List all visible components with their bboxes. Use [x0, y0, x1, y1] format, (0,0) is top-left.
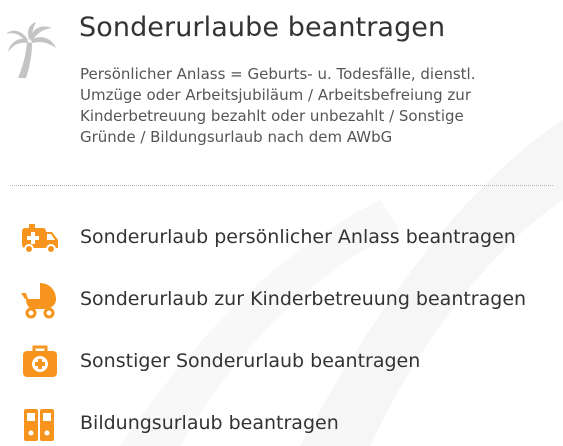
- menu-item-label: Sonderurlaub zur Kinderbetreuung beantra…: [80, 288, 527, 310]
- page-description: Persönlicher Anlass = Geburts- u. Todesf…: [80, 64, 550, 148]
- palm-tree-icon: [6, 22, 56, 78]
- binders-icon: [24, 409, 54, 441]
- menu-item-label: Sonstiger Sonderurlaub beantragen: [80, 350, 421, 372]
- description-line: Persönlicher Anlass = Geburts- u. Todesf…: [80, 65, 476, 83]
- menu-item-label: Sonderurlaub persönlicher Anlass beantra…: [80, 226, 516, 248]
- stroller-icon: [21, 283, 56, 319]
- menu-item-personal-occasion[interactable]: Sonderurlaub persönlicher Anlass beantra…: [0, 215, 563, 259]
- header: Sonderurlaube beantragen Persönlicher An…: [0, 0, 563, 185]
- medical-kit-icon: [23, 345, 57, 377]
- menu-item-other[interactable]: Sonstiger Sonderurlaub beantragen: [0, 339, 563, 383]
- ambulance-icon: [22, 224, 58, 254]
- description-line: Gründe / Bildungsurlaub nach dem AWbG: [80, 128, 393, 146]
- divider: [10, 185, 553, 186]
- description-line: Kinderbetreuung bezahlt oder unbezahlt /…: [80, 107, 464, 125]
- description-line: Umzüge oder Arbeitsjubiläum / Arbeitsbef…: [80, 86, 471, 104]
- menu-item-childcare[interactable]: Sonderurlaub zur Kinderbetreuung beantra…: [0, 277, 563, 321]
- page-title: Sonderurlaube beantragen: [79, 12, 446, 43]
- menu-item-education[interactable]: Bildungsurlaub beantragen: [0, 401, 563, 445]
- menu-item-label: Bildungsurlaub beantragen: [80, 412, 339, 434]
